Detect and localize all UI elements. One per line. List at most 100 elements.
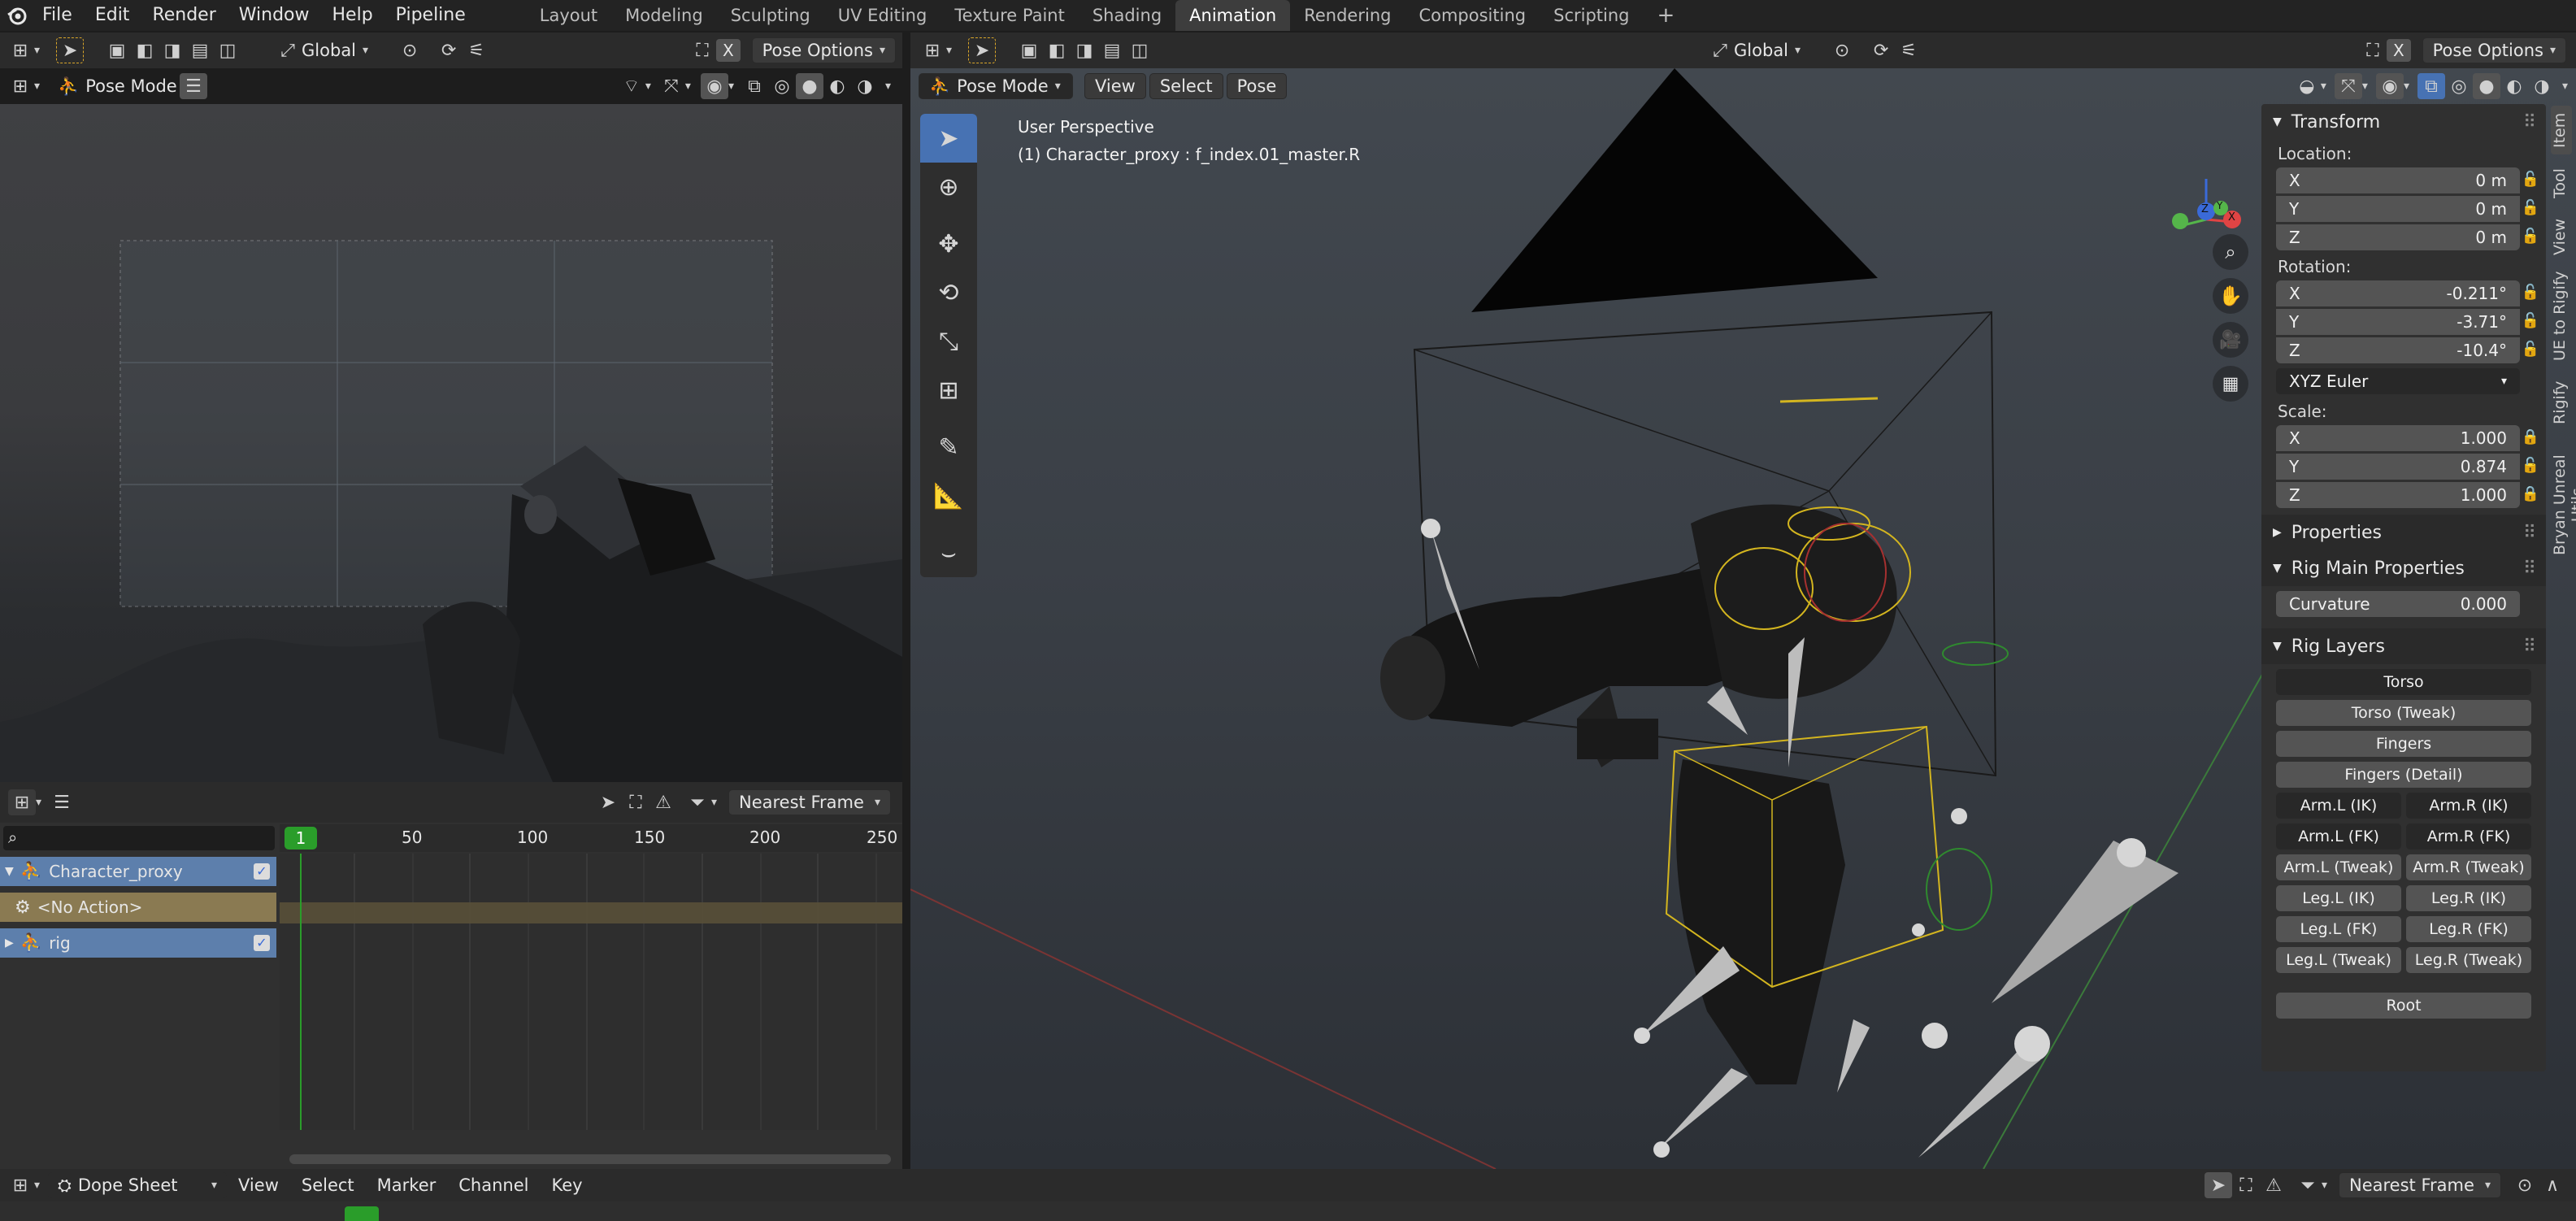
snap-icon[interactable]: ⟳ — [1867, 37, 1895, 63]
overlay-toggle-icon[interactable]: ◉ — [2375, 73, 2404, 99]
mirror-x-label[interactable]: X — [2386, 39, 2411, 62]
overlay-toggle-icon[interactable]: ◉ — [700, 73, 728, 99]
only-selected-icon[interactable]: ➤ — [2204, 1172, 2232, 1198]
annotate-tool-icon[interactable]: ✎ — [920, 423, 977, 471]
layer-leg-l-tweak-button[interactable]: Leg.L (Tweak) — [2276, 947, 2401, 973]
mode-intersect-icon[interactable]: ◫ — [214, 37, 241, 63]
mode-intersect-icon[interactable]: ◫ — [1126, 37, 1153, 63]
snap-mode-dropdown[interactable]: Nearest Frame ▾ — [728, 789, 891, 815]
tab-texture-paint[interactable]: Texture Paint — [940, 0, 1079, 31]
visibility-icon[interactable]: ◒ — [2293, 73, 2321, 99]
layer-arm-r-tweak-button[interactable]: Arm.R (Tweak) — [2406, 854, 2531, 880]
select-box-icon[interactable]: ➤ — [968, 37, 997, 63]
pose-options-button[interactable]: Pose Options ▾ — [751, 37, 896, 63]
mode-new-icon[interactable]: ▣ — [1015, 37, 1043, 63]
layer-leg-r-ik-button[interactable]: Leg.R (IK) — [2406, 885, 2531, 911]
shading-material-icon[interactable]: ◐ — [823, 73, 851, 99]
layer-torso-tweak-button[interactable]: Torso (Tweak) — [2276, 700, 2531, 726]
tab-sculpting[interactable]: Sculpting — [717, 0, 824, 31]
orientation-dropdown[interactable]: Global — [302, 41, 356, 60]
timeline-ruler[interactable]: 1 50 100 150 200 250 — [280, 824, 902, 852]
menu-pipeline[interactable]: Pipeline — [384, 0, 477, 31]
mode-subtract-icon[interactable]: ◨ — [159, 37, 186, 63]
shading-material-icon[interactable]: ◐ — [2500, 73, 2528, 99]
select-box-icon[interactable]: ➤ — [56, 37, 85, 63]
layer-arm-r-ik-button[interactable]: Arm.R (IK) — [2406, 793, 2531, 819]
only-selected-icon[interactable]: ➤ — [594, 789, 622, 815]
checkbox-icon[interactable]: ✓ — [254, 863, 270, 880]
tab-modeling[interactable]: Modeling — [611, 0, 717, 31]
left-camera-viewport[interactable] — [0, 104, 902, 782]
sidebar-tab-rigify[interactable]: Rigify — [2551, 376, 2572, 429]
hamburger-menu-icon[interactable]: ☰ — [180, 73, 208, 99]
tab-uv-editing[interactable]: UV Editing — [824, 0, 941, 31]
area-divider[interactable] — [902, 33, 910, 1169]
location-y-field[interactable]: Y 0 m — [2276, 196, 2520, 222]
orientation-icon[interactable]: ⤢ — [1706, 37, 1734, 63]
sidebar-tab-ue-to-rigify[interactable]: UE to Rigify — [2551, 265, 2572, 367]
tab-layout[interactable]: Layout — [526, 0, 611, 31]
sidebar-tab-tool[interactable]: Tool — [2551, 163, 2572, 205]
tab-animation[interactable]: Animation — [1175, 0, 1291, 31]
drag-handle-icon[interactable]: ⠿ — [2523, 523, 2536, 543]
pose-options-button[interactable]: Pose Options ▾ — [2422, 37, 2566, 63]
scale-x-field[interactable]: X 1.000 — [2276, 425, 2520, 451]
menu-render[interactable]: Render — [141, 0, 227, 31]
editor-type-icon[interactable]: ⊞ — [7, 37, 34, 63]
drag-handle-icon[interactable]: ⠿ — [2523, 558, 2536, 579]
mode-invert-icon[interactable]: ▤ — [1098, 37, 1126, 63]
rig-main-properties-header[interactable]: ▼ Rig Main Properties ⠿ — [2261, 550, 2546, 586]
rotation-y-field[interactable]: Y -3.71° — [2276, 309, 2520, 335]
mode-extend-icon[interactable]: ◧ — [1043, 37, 1071, 63]
shading-wireframe-icon[interactable]: ◎ — [768, 73, 796, 99]
checkbox-icon[interactable]: ✓ — [254, 935, 270, 951]
drag-handle-icon[interactable]: ⠿ — [2523, 112, 2536, 133]
layer-arm-l-fk-button[interactable]: Arm.L (FK) — [2276, 823, 2401, 849]
keyframe-area[interactable] — [280, 854, 902, 1130]
lock-icon[interactable]: 🔒 — [2522, 428, 2539, 445]
menu-channel[interactable]: Channel — [447, 1169, 540, 1201]
bottom-ruler-strip[interactable] — [0, 1201, 2576, 1221]
orientation-icon[interactable]: ⤢ — [274, 37, 302, 63]
sidebar-tab-bryan-unreal-utils[interactable]: Bryan Unreal Utils — [2551, 436, 2576, 574]
layer-fingers-detail-button[interactable]: Fingers (Detail) — [2276, 762, 2531, 788]
left-mode-dropdown[interactable]: ⛹Pose Mode▾ — [48, 73, 189, 99]
layer-leg-r-fk-button[interactable]: Leg.R (FK) — [2406, 916, 2531, 942]
measure-tool-icon[interactable]: 📐 — [920, 471, 977, 520]
menu-view[interactable]: View — [227, 1169, 290, 1201]
snap-icon[interactable]: ⟳ — [435, 37, 463, 63]
select-menu[interactable]: Select — [1149, 73, 1223, 99]
ortho-grid-icon[interactable]: ▦ — [2213, 366, 2248, 402]
properties-panel-header[interactable]: ▶ Properties ⠿ — [2261, 515, 2546, 550]
chevron-down-icon[interactable]: ▾ — [885, 80, 891, 93]
blender-logo-icon[interactable] — [3, 2, 31, 28]
mode-subtract-icon[interactable]: ◨ — [1071, 37, 1098, 63]
select-tool-icon[interactable]: ➤ — [920, 114, 977, 163]
mirror-x-label[interactable]: X — [715, 39, 741, 62]
show-hidden-icon[interactable]: ⛶ — [2232, 1172, 2260, 1198]
menu-key[interactable]: Key — [540, 1169, 593, 1201]
editor-type-icon[interactable]: ⊞ — [7, 1172, 34, 1198]
layer-leg-l-fk-button[interactable]: Leg.L (FK) — [2276, 916, 2401, 942]
mode-invert-icon[interactable]: ▤ — [186, 37, 214, 63]
menu-edit[interactable]: Edit — [84, 0, 141, 31]
editor-type-icon[interactable]: ⊞ — [8, 789, 36, 815]
menu-file[interactable]: File — [31, 0, 84, 31]
xray-toggle-icon[interactable]: ⧉ — [2417, 73, 2445, 99]
proportional-icon[interactable]: ⚟ — [1895, 37, 1922, 63]
layer-leg-r-tweak-button[interactable]: Leg.R (Tweak) — [2406, 947, 2531, 973]
shading-solid-icon[interactable]: ● — [795, 73, 823, 99]
tab-shading[interactable]: Shading — [1079, 0, 1175, 31]
bottom-snap-dropdown[interactable]: Nearest Frame ▾ — [2339, 1172, 2501, 1198]
unlocked-icon[interactable]: 🔓 — [2522, 312, 2539, 329]
chevron-down-icon[interactable]: ▾ — [2562, 80, 2568, 93]
location-x-field[interactable]: X 0 m — [2276, 167, 2520, 193]
editor-mode-dropdown[interactable]: ⛭ Dope Sheet ▾ — [48, 1172, 228, 1198]
layer-arm-l-ik-button[interactable]: Arm.L (IK) — [2276, 793, 2401, 819]
scale-y-field[interactable]: Y 0.874 — [2276, 454, 2520, 480]
scale-tool-icon[interactable]: ⤡ — [920, 317, 977, 366]
drag-handle-icon[interactable]: ⠿ — [2523, 637, 2536, 657]
rotation-z-field[interactable]: Z -10.4° — [2276, 337, 2520, 363]
show-hidden-icon[interactable]: ⛶ — [622, 789, 649, 815]
tab-rendering[interactable]: Rendering — [1290, 0, 1405, 31]
